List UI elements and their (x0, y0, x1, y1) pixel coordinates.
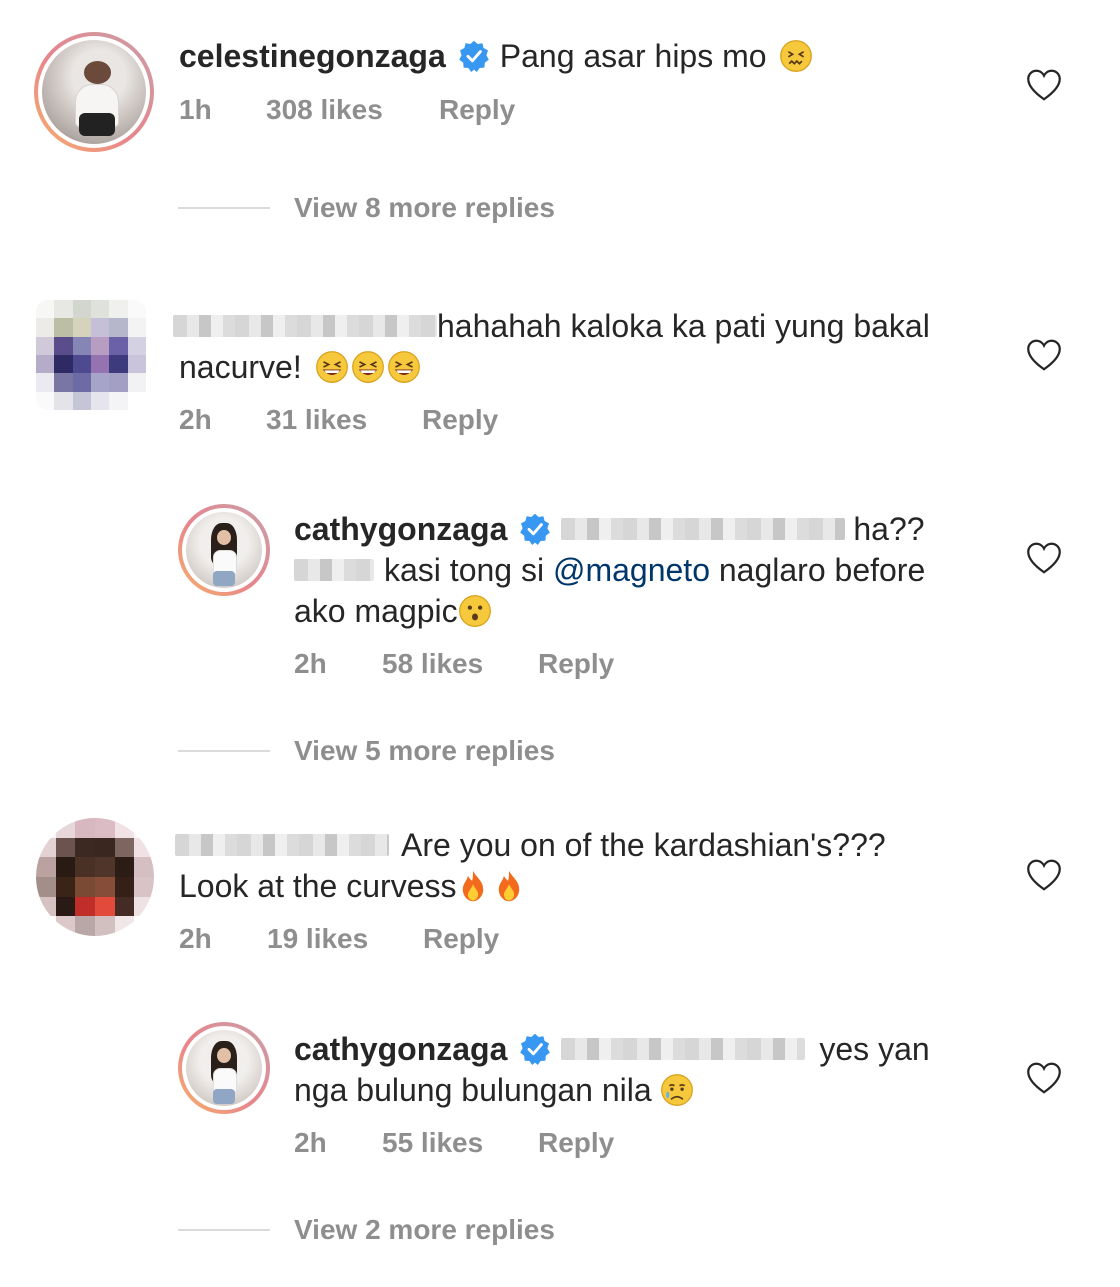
comment-body-line3: ako magpic (294, 593, 458, 629)
heart-icon[interactable] (1026, 1061, 1062, 1095)
comment-body-line2-before: kasi tong si (384, 552, 545, 588)
comment-meta: 2h 31 likes Reply (179, 403, 498, 437)
comment-text: hahahah kaloka ka pati yung bakal nacurv… (173, 306, 993, 388)
avatar-celestinegonzaga[interactable] (34, 32, 154, 152)
comment-meta: 2h 19 likes Reply (179, 922, 499, 956)
grinning-squinting-face-emoji-icon (351, 350, 385, 384)
divider-line (178, 1229, 270, 1231)
reply-button[interactable]: Reply (538, 1126, 614, 1160)
avatar-blurred[interactable] (36, 818, 154, 936)
view-more-replies[interactable]: View 2 more replies (178, 1214, 555, 1246)
reply-button[interactable]: Reply (439, 93, 515, 127)
heart-icon[interactable] (1026, 858, 1062, 892)
comment-body-line1: Are you on of the kardashian's??? (401, 827, 886, 863)
blurred-username (173, 315, 437, 337)
timestamp: 2h (179, 404, 212, 435)
reply-button[interactable]: Reply (423, 922, 499, 956)
timestamp: 2h (294, 648, 327, 679)
username[interactable]: cathygonzaga (294, 1031, 507, 1067)
confounded-face-emoji-icon (779, 39, 813, 73)
divider-line (178, 750, 270, 752)
timestamp: 2h (294, 1127, 327, 1158)
username[interactable]: celestinegonzaga (179, 38, 446, 74)
reply-button[interactable]: Reply (422, 403, 498, 437)
blurred-mention (561, 518, 846, 540)
view-more-replies[interactable]: View 5 more replies (178, 735, 555, 767)
view-more-replies[interactable]: View 8 more replies (178, 192, 555, 224)
comment-meta: 2h 58 likes Reply (294, 647, 614, 681)
heart-icon[interactable] (1026, 68, 1062, 102)
likes-count[interactable]: 31 likes (266, 403, 422, 437)
username[interactable]: cathygonzaga (294, 511, 507, 547)
grinning-squinting-face-emoji-icon (387, 350, 421, 384)
likes-count[interactable]: 308 likes (266, 93, 439, 127)
verified-badge-icon (458, 40, 490, 72)
likes-count[interactable]: 58 likes (382, 647, 538, 681)
comment-body-line2: nga bulung bulungan nila (294, 1072, 652, 1108)
fire-emoji-icon (499, 870, 520, 902)
comment-meta: 1h 308 likes Reply (179, 93, 515, 127)
view-more-label[interactable]: View 5 more replies (294, 735, 555, 767)
comment-meta: 2h 55 likes Reply (294, 1126, 614, 1160)
avatar-blurred[interactable] (36, 300, 146, 410)
view-more-label[interactable]: View 8 more replies (294, 192, 555, 224)
blurred-mention (561, 1038, 806, 1060)
mention-link[interactable]: @magneto (553, 552, 710, 588)
blurred-username (175, 834, 389, 856)
blurred-mention (294, 559, 374, 581)
fire-emoji-icon (463, 870, 484, 902)
reply-button[interactable]: Reply (538, 647, 614, 681)
timestamp: 1h (179, 94, 212, 125)
heart-icon[interactable] (1026, 338, 1062, 372)
comment-body-line2: Look at the curvess (179, 868, 457, 904)
comment-body-line1-end: yes yan (819, 1031, 930, 1067)
comment-body-line1-end: ha?? (853, 511, 925, 547)
verified-badge-icon (519, 513, 551, 545)
heart-icon[interactable] (1026, 541, 1062, 575)
timestamp: 2h (179, 923, 212, 954)
comment-text: cathygonzaga yes yan nga bulung bulungan … (294, 1029, 1014, 1111)
comment-body-line2: nacurve! (179, 349, 302, 385)
avatar-cathygonzaga[interactable] (178, 504, 270, 596)
comment-text: cathygonzaga ha?? kasi tong si @magneto n… (294, 509, 1014, 632)
likes-count[interactable]: 55 likes (382, 1126, 538, 1160)
grinning-squinting-face-emoji-icon (315, 350, 349, 384)
avatar-cathygonzaga[interactable] (178, 1022, 270, 1114)
likes-count[interactable]: 19 likes (267, 922, 423, 956)
hushed-face-emoji-icon (458, 594, 492, 628)
comment-body: Pang asar hips mo (499, 38, 767, 74)
comment-text: Are you on of the kardashian's??? Look a… (175, 825, 995, 907)
divider-line (178, 207, 270, 209)
sad-but-relieved-face-emoji-icon (660, 1073, 694, 1107)
verified-badge-icon (519, 1033, 551, 1065)
comment-body-line1: hahahah kaloka ka pati yung bakal (437, 308, 930, 344)
view-more-label[interactable]: View 2 more replies (294, 1214, 555, 1246)
comment-text: celestinegonzaga Pang asar hips mo (179, 36, 999, 77)
comment-body-line2-after: naglaro before (718, 552, 926, 588)
